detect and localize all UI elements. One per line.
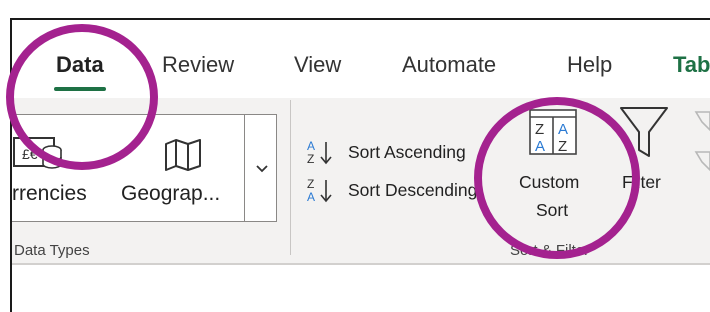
annotation-circle-data-tab xyxy=(6,24,158,170)
excel-window: Data Review View Automate Help Tab £€ rr… xyxy=(0,0,710,312)
annotation-overlay xyxy=(6,24,640,259)
annotation-circle-custom-sort xyxy=(474,97,640,259)
